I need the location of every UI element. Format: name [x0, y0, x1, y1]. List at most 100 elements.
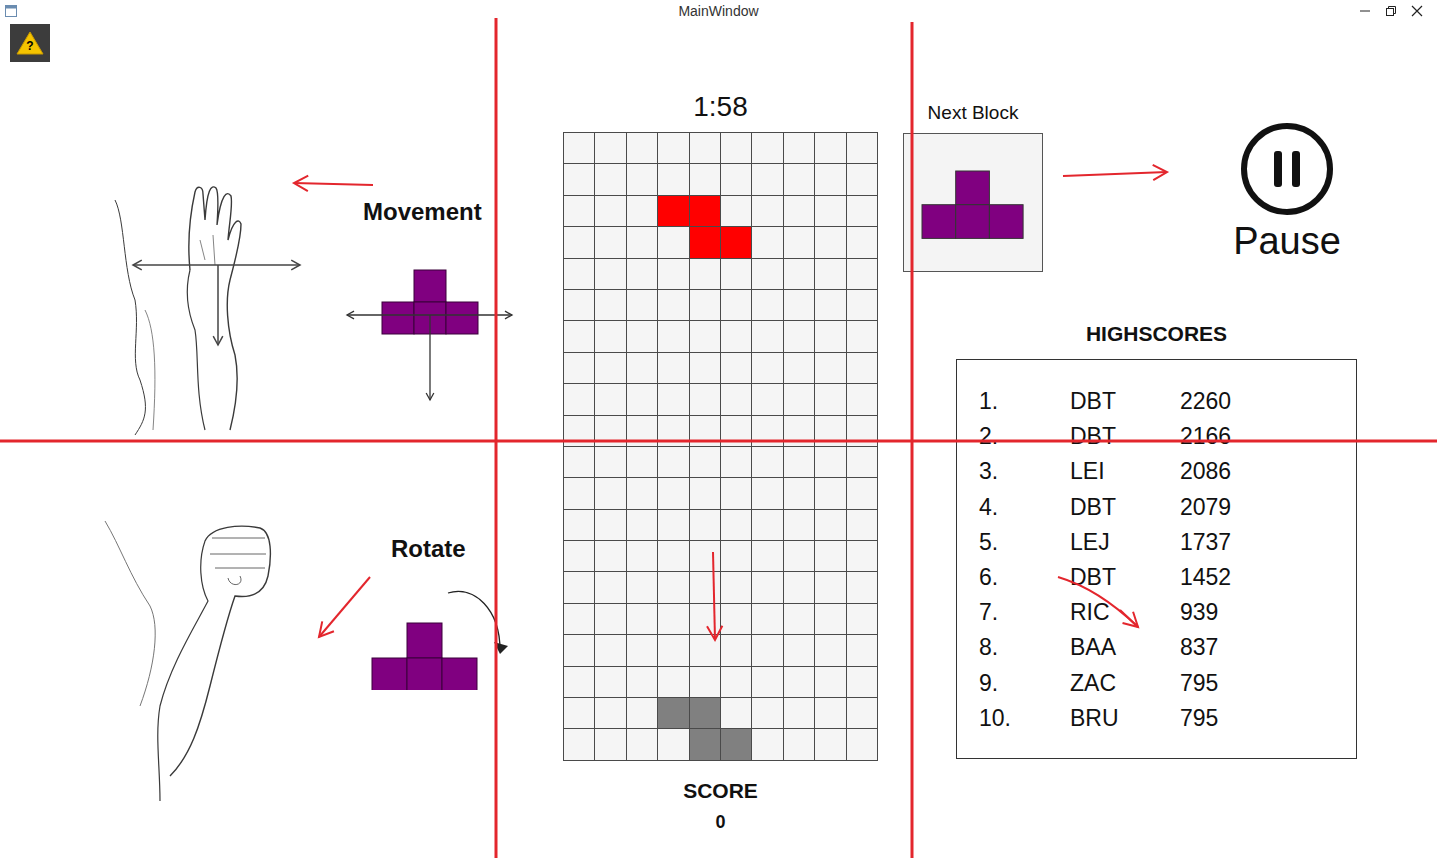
- board-cell: [752, 635, 782, 665]
- board-cell: [784, 259, 814, 289]
- board-cell: [752, 667, 782, 697]
- close-icon[interactable]: [1411, 5, 1423, 17]
- board-cell: [784, 478, 814, 508]
- board-cell: [752, 541, 782, 571]
- highscore-name: DBT: [1070, 560, 1180, 595]
- board-cell: [847, 447, 877, 477]
- board-cell: [564, 133, 594, 163]
- board-cell: [627, 510, 657, 540]
- highscores-list: 1.DBT22602.DBT21663.LEI20864.DBT20795.LE…: [956, 359, 1357, 759]
- board-cell: [595, 353, 625, 383]
- movement-row: Movement: [0, 180, 520, 435]
- rotate-piece-icon: [360, 580, 520, 690]
- board-cell: [752, 416, 782, 446]
- window-title: MainWindow: [672, 0, 764, 22]
- highscore-row: 5.LEJ1737: [957, 525, 1356, 560]
- board-cell: [658, 541, 688, 571]
- board-cell: [690, 259, 720, 289]
- board-cell: [690, 416, 720, 446]
- board-cell: [752, 290, 782, 320]
- highscore-score: 837: [1180, 630, 1356, 665]
- board-cell: [595, 510, 625, 540]
- board-cell: [721, 416, 751, 446]
- info-column: Next Block Pause HIGHSCORES 1.DBT22602.DBT2…: [896, 22, 1437, 858]
- board-cell: [658, 447, 688, 477]
- title-bar: MainWindow: [0, 0, 1437, 22]
- board-cell: [595, 667, 625, 697]
- movement-section: ? Movement: [0, 22, 520, 441]
- board-cell: [721, 384, 751, 414]
- board-cell: [595, 133, 625, 163]
- board-cell: [847, 384, 877, 414]
- board-cell: [815, 635, 845, 665]
- rotate-label: Rotate: [391, 535, 520, 563]
- board-cell: [721, 510, 751, 540]
- board-cell: [690, 729, 720, 759]
- board-cell: [752, 729, 782, 759]
- highscore-score: 939: [1180, 595, 1356, 630]
- board-cell: [564, 541, 594, 571]
- board-cell: [627, 698, 657, 728]
- highscore-name: LEI: [1070, 454, 1180, 489]
- board-cell: [721, 572, 751, 602]
- board-cell: [658, 572, 688, 602]
- minimize-icon[interactable]: [1359, 5, 1371, 17]
- board-cell: [658, 698, 688, 728]
- board-cell: [627, 384, 657, 414]
- board-cell: [721, 667, 751, 697]
- highscores-panel: HIGHSCORES 1.DBT22602.DBT21663.LEI20864.D…: [956, 272, 1357, 759]
- board-cell: [595, 729, 625, 759]
- next-block-panel: Next Block: [903, 102, 1043, 272]
- board-cell: [658, 604, 688, 634]
- board-cell: [815, 541, 845, 571]
- highscore-name: DBT: [1070, 490, 1180, 525]
- board-cell: [752, 227, 782, 257]
- board-cell: [595, 635, 625, 665]
- board-cell: [595, 447, 625, 477]
- board-cell: [690, 133, 720, 163]
- board-cell: [815, 667, 845, 697]
- rotate-instruction: Rotate: [360, 516, 520, 806]
- board-cell: [752, 196, 782, 226]
- board-cell: [784, 635, 814, 665]
- board-cell: [784, 447, 814, 477]
- game-column: 1:58SCORE0: [496, 22, 896, 858]
- highscore-name: DBT: [1070, 419, 1180, 454]
- board-cell: [784, 510, 814, 540]
- board-cell: [564, 667, 594, 697]
- board-cell: [564, 321, 594, 351]
- board-cell: [784, 416, 814, 446]
- board-cell: [690, 353, 720, 383]
- highscores-title: HIGHSCORES: [956, 322, 1357, 346]
- board-cell: [595, 164, 625, 194]
- board-cell: [690, 478, 720, 508]
- board-cell: [627, 416, 657, 446]
- board-cell: [815, 321, 845, 351]
- board-cell: [595, 478, 625, 508]
- help-badge[interactable]: ?: [10, 24, 50, 62]
- board-cell: [627, 729, 657, 759]
- highscore-name: BAA: [1070, 630, 1180, 665]
- movement-instruction: Movement: [345, 180, 515, 435]
- board-cell: [847, 478, 877, 508]
- board-cell: [658, 729, 688, 759]
- board-cell: [847, 667, 877, 697]
- board-cell: [847, 510, 877, 540]
- board-cell: [815, 353, 845, 383]
- restore-icon[interactable]: [1385, 5, 1397, 17]
- board-cell: [658, 259, 688, 289]
- board-cell: [564, 259, 594, 289]
- pause-button[interactable]: Pause: [1212, 102, 1362, 263]
- board-cell: [847, 321, 877, 351]
- board-cell: [847, 541, 877, 571]
- board-cell: [721, 196, 751, 226]
- board-cell: [847, 698, 877, 728]
- board-cell: [627, 541, 657, 571]
- game-board: [563, 132, 878, 761]
- board-cell: [847, 196, 877, 226]
- board-cell: [752, 447, 782, 477]
- window-controls: [765, 5, 1437, 17]
- score-label: SCORE: [563, 779, 878, 803]
- board-cell: [595, 541, 625, 571]
- highscore-rank: 6.: [979, 560, 1070, 595]
